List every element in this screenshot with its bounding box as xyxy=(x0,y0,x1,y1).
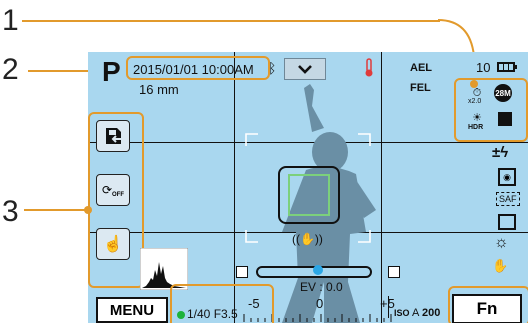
touch-af-icon: ☝ xyxy=(103,236,123,253)
white-balance-icon[interactable]: ☼ xyxy=(494,234,509,252)
menu-button[interactable]: MENU xyxy=(96,297,168,323)
bluetooth-icon: ᛒ xyxy=(268,60,277,76)
focus-area-icon[interactable] xyxy=(498,214,516,230)
focal-length: 16 mm xyxy=(139,82,179,97)
bottom-bar-highlight xyxy=(170,284,274,323)
ev-label: EV : 0.0 xyxy=(300,280,343,294)
dark-icon xyxy=(236,266,248,278)
ois-shake-icon: ((✋)) xyxy=(292,232,323,246)
grid-line-v1 xyxy=(234,52,235,323)
callout-1: 1 xyxy=(2,4,19,37)
bright-icon xyxy=(388,266,400,278)
scale-mid: 0 xyxy=(316,296,324,311)
timer-label: x2.0 xyxy=(468,98,482,105)
callout-1-dot xyxy=(470,80,478,88)
callout-3-line xyxy=(24,209,88,211)
expand-button[interactable] xyxy=(284,58,326,80)
battery-icon xyxy=(497,62,517,72)
iso-mode: A xyxy=(412,307,420,319)
touch-af-button[interactable]: ☝ xyxy=(96,228,130,260)
right-panel-highlight xyxy=(454,78,528,142)
shots-remaining: 10 xyxy=(476,60,491,75)
iso-divider xyxy=(388,296,389,318)
callout-2: 2 xyxy=(2,53,19,86)
save-to-device-icon xyxy=(106,128,121,144)
iso-label: ISO xyxy=(394,308,410,318)
off-badge: OFF xyxy=(112,192,125,198)
callout-3-dot xyxy=(84,206,92,214)
save-to-device-button[interactable] xyxy=(96,120,130,152)
camera-viewfinder: ((✋)) P 16 mm 2015/01/01 10:00AM ᛒ AEL F… xyxy=(88,52,528,323)
thermometer-icon xyxy=(365,58,373,77)
fn-highlight xyxy=(448,286,528,323)
iso-value: 200 xyxy=(422,307,441,319)
ev-slider-thumb[interactable] xyxy=(313,265,323,275)
saf-icon[interactable]: SAF xyxy=(496,192,520,206)
chevron-down-icon xyxy=(298,65,312,74)
date-time-highlight xyxy=(126,56,270,80)
drive-mode-icon[interactable] xyxy=(498,112,512,126)
ois-icon[interactable]: ✋ xyxy=(492,258,508,274)
metering-icon[interactable]: ◉ xyxy=(498,168,516,186)
hdr-label: HDR xyxy=(468,124,484,131)
callout-1-line xyxy=(22,20,440,22)
focus-area-box[interactable] xyxy=(288,174,330,216)
resolution-icon[interactable]: 28M xyxy=(494,84,512,102)
callout-3: 3 xyxy=(2,195,19,228)
shooting-mode: P xyxy=(102,56,121,87)
ael-indicator: AEL xyxy=(410,62,432,74)
timer-off-button[interactable]: ⟳ OFF xyxy=(96,174,130,206)
fel-indicator: FEL xyxy=(410,82,431,94)
flash-icon[interactable]: ±ϟ xyxy=(492,144,508,161)
timer-off-icon: ⟳ xyxy=(101,183,113,197)
